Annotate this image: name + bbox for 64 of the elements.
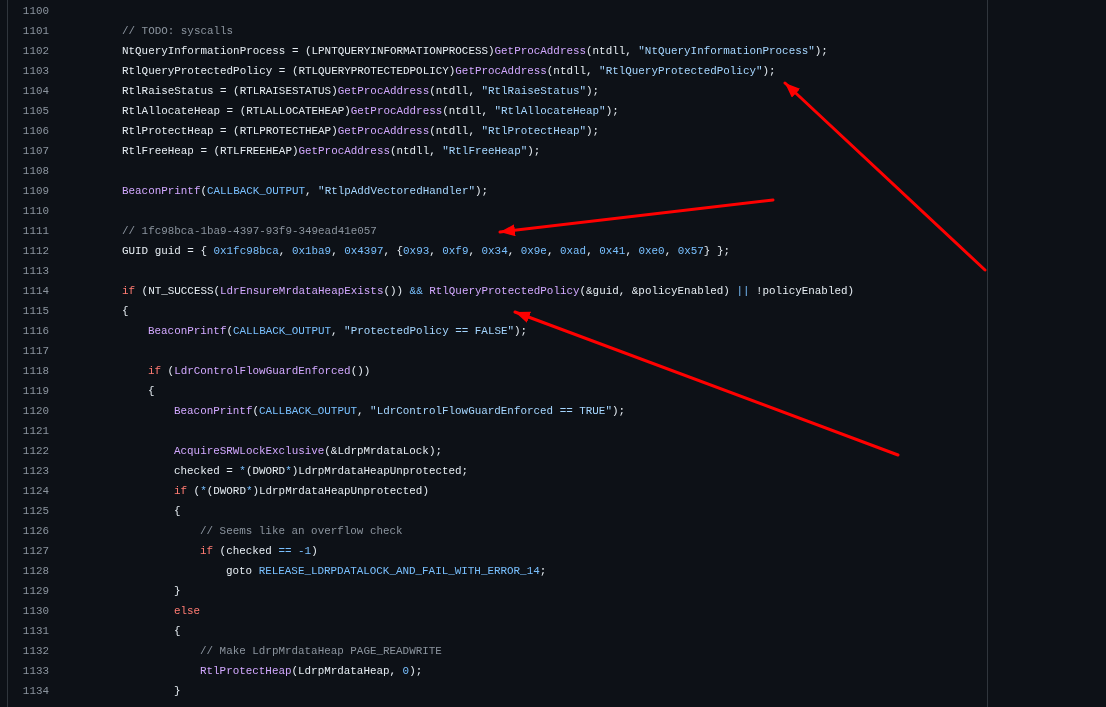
- code-line: // Make LdrpMrdataHeap PAGE_READWRITE: [200, 645, 442, 657]
- code-line: else: [174, 605, 201, 617]
- line-number: 1117: [21, 345, 49, 357]
- line-number: 1111: [21, 225, 49, 237]
- line-number: 1100: [21, 5, 49, 17]
- code-line: }: [174, 585, 181, 597]
- code-line: if (checked == -1): [200, 545, 318, 557]
- code-line: // TODO: syscalls: [122, 25, 234, 37]
- code-line: NtQueryInformationProcess = (LPNTQUERYINFORMATIONPROCESS)GetProcAddress(ntdll, "NtQueryInformationProcess");: [122, 45, 828, 57]
- line-number: 1108: [21, 165, 49, 177]
- line-number: 1102: [21, 45, 49, 57]
- code-line: if (*(DWORD*)LdrpMrdataHeapUnprotected): [174, 485, 429, 497]
- code-line: checked = *(DWORD*)LdrpMrdataHeapUnprotected;: [174, 465, 469, 477]
- code-line: if (LdrControlFlowGuardEnforced()): [148, 365, 371, 377]
- code-line: {: [174, 505, 181, 517]
- line-number: 1121: [21, 425, 49, 437]
- code-line: BeaconPrintf(CALLBACK_OUTPUT, "LdrControlFlowGuardEnforced == TRUE");: [174, 405, 625, 417]
- code-line: goto RELEASE_LDRPDATALOCK_AND_FAIL_WITH_ERROR_14;: [226, 565, 547, 577]
- code-line: GUID guid = { 0x1fc98bca, 0x1ba9, 0x4397, {0x93, 0xf9, 0x34, 0x9e, 0xad, 0x41, 0xe0, 0x57} };: [122, 245, 730, 257]
- line-number: 1112: [21, 245, 49, 257]
- line-number: 1118: [21, 365, 49, 377]
- code-line: {: [174, 625, 181, 637]
- code-line: RtlProtectHeap = (RTLPROTECTHEAP)GetProcAddress(ntdll, "RtlProtectHeap");: [122, 125, 600, 137]
- line-number: 1123: [21, 465, 49, 477]
- code-line: BeaconPrintf(CALLBACK_OUTPUT, "ProtectedPolicy == FALSE");: [148, 325, 528, 337]
- line-number: 1116: [21, 325, 49, 337]
- line-number: 1119: [21, 385, 49, 397]
- code-line: RtlAllocateHeap = (RTLALLOCATEHEAP)GetProcAddress(ntdll, "RtlAllocateHeap");: [122, 105, 619, 117]
- line-number: 1106: [21, 125, 49, 137]
- line-number: 1103: [21, 65, 49, 77]
- line-number: 1132: [21, 645, 49, 657]
- code-line: // 1fc98bca-1ba9-4397-93f9-349ead41e057: [122, 225, 377, 237]
- code-line: {: [122, 305, 129, 317]
- line-number: 1120: [21, 405, 49, 417]
- line-number: 1133: [21, 665, 49, 677]
- code-line: RtlQueryProtectedPolicy = (RTLQUERYPROTECTEDPOLICY)GetProcAddress(ntdll, "RtlQueryProtectedPolicy");: [122, 65, 776, 77]
- code-line: RtlRaiseStatus = (RTLRAISESTATUS)GetProcAddress(ntdll, "RtlRaiseStatus");: [122, 85, 600, 97]
- line-number: 1113: [21, 265, 49, 277]
- line-number: 1124: [21, 485, 49, 497]
- code-line: RtlProtectHeap(LdrpMrdataHeap, 0);: [200, 665, 423, 677]
- code-line: RtlFreeHeap = (RTLFREEHEAP)GetProcAddress(ntdll, "RtlFreeHeap");: [122, 145, 541, 157]
- line-number: 1134: [21, 685, 49, 697]
- code-line: {: [148, 385, 155, 397]
- line-number: 1129: [21, 585, 49, 597]
- code-line: AcquireSRWLockExclusive(&LdrpMrdataLock);: [174, 445, 442, 457]
- line-number: 1122: [21, 445, 49, 457]
- code-line: if (NT_SUCCESS(LdrEnsureMrdataHeapExists()) && RtlQueryProtectedPolicy(&guid, &policyEnabled) || !policyEnabled): [122, 285, 855, 297]
- line-number: 1130: [21, 605, 49, 617]
- line-number: 1128: [21, 565, 49, 577]
- line-number: 1109: [21, 185, 49, 197]
- line-number: 1115: [21, 305, 49, 317]
- code-line: // Seems like an overflow check: [200, 525, 403, 537]
- line-number: 1126: [21, 525, 49, 537]
- code-line: BeaconPrintf(CALLBACK_OUTPUT, "RtlpAddVectoredHandler");: [122, 185, 489, 197]
- line-number: 1125: [21, 505, 49, 517]
- line-number: 1104: [21, 85, 49, 97]
- line-number: 1114: [21, 285, 49, 297]
- line-number: 1107: [21, 145, 49, 157]
- line-number: 1127: [21, 545, 49, 557]
- code-line: }: [174, 685, 181, 697]
- line-number: 1105: [21, 105, 49, 117]
- line-number: 1110: [21, 205, 49, 217]
- line-number: 1101: [21, 25, 49, 37]
- line-number: 1131: [21, 625, 49, 637]
